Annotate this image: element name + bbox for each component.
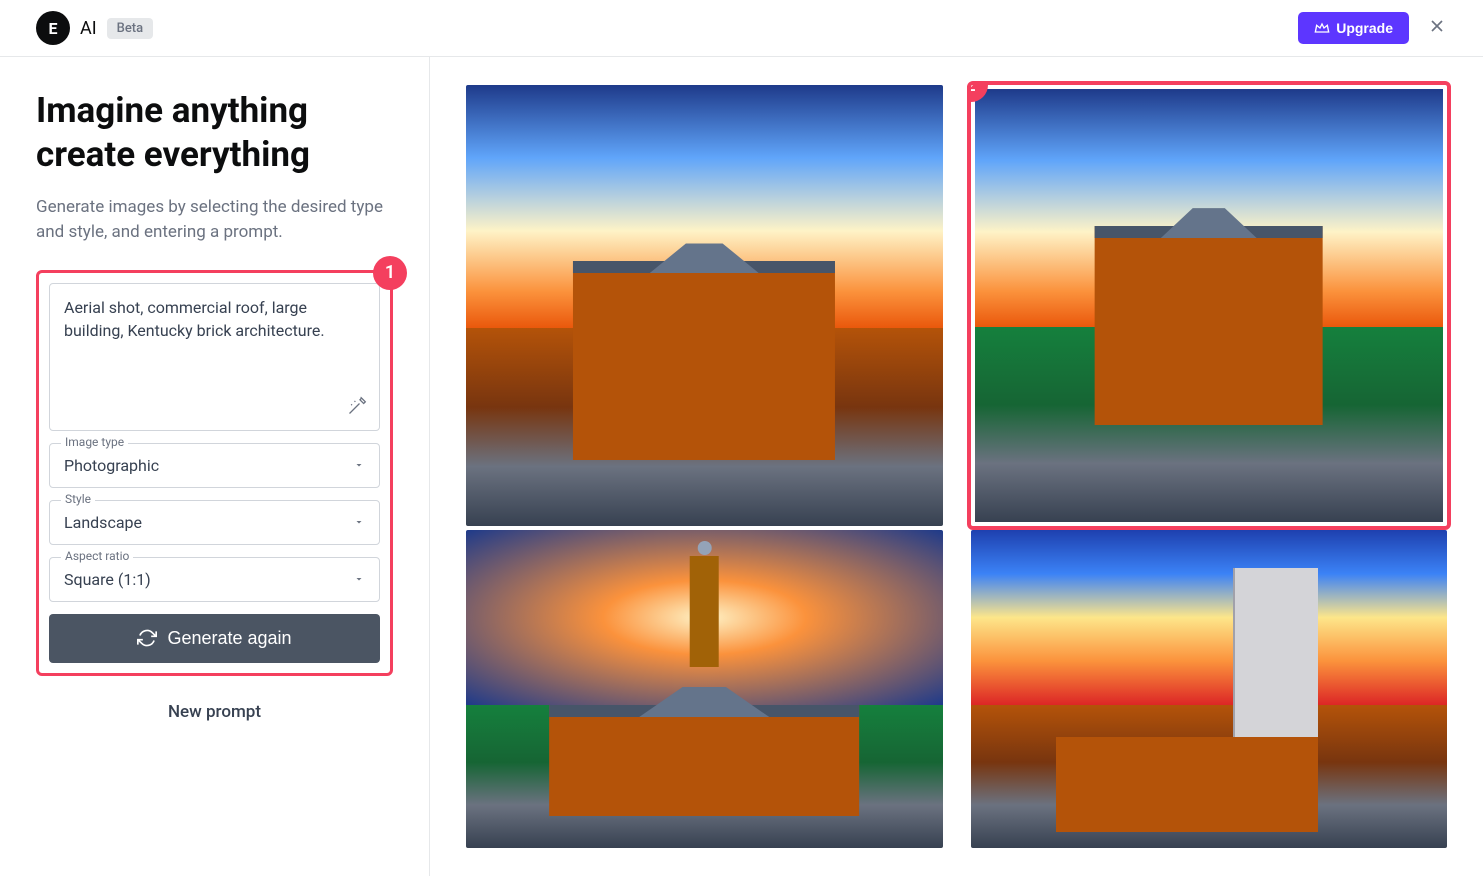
annotation-badge-1: 1	[373, 256, 407, 290]
app-logo: E	[36, 11, 70, 45]
aspect-ratio-field: Aspect ratio Square (1:1)	[49, 557, 380, 602]
generated-image-1[interactable]	[466, 85, 943, 526]
image-placeholder	[975, 89, 1444, 522]
style-label: Style	[61, 492, 95, 506]
main-content: Imagine anything create everything Gener…	[0, 57, 1483, 876]
image-placeholder	[971, 530, 1448, 848]
title-line-2: create everything	[36, 134, 310, 175]
aspect-ratio-value: Square (1:1)	[64, 570, 151, 589]
upgrade-label: Upgrade	[1336, 20, 1393, 36]
image-type-select[interactable]: Photographic	[49, 443, 380, 488]
image-type-value: Photographic	[64, 456, 159, 475]
wand-icon	[347, 396, 367, 416]
app-header: E AI Beta Upgrade	[0, 0, 1483, 57]
image-gallery: 2	[430, 57, 1483, 876]
image-placeholder	[466, 530, 943, 848]
title-line-1: Imagine anything	[36, 90, 308, 131]
close-icon	[1427, 16, 1447, 36]
chevron-down-icon	[353, 456, 365, 475]
aspect-ratio-select[interactable]: Square (1:1)	[49, 557, 380, 602]
enhance-prompt-button[interactable]	[347, 396, 367, 420]
image-type-field: Image type Photographic	[49, 443, 380, 488]
refresh-icon	[137, 628, 157, 648]
style-value: Landscape	[64, 513, 142, 532]
beta-badge: Beta	[107, 18, 154, 39]
prompt-text: Aerial shot, commercial roof, large buil…	[64, 296, 365, 342]
generate-label: Generate again	[167, 628, 291, 649]
header-right: Upgrade	[1298, 12, 1447, 44]
image-type-label: Image type	[61, 435, 128, 449]
image-placeholder	[466, 85, 943, 526]
header-left: E AI Beta	[36, 11, 153, 45]
upgrade-button[interactable]: Upgrade	[1298, 12, 1409, 44]
aspect-ratio-label: Aspect ratio	[61, 549, 133, 563]
style-field: Style Landscape	[49, 500, 380, 545]
generated-image-2[interactable]: 2	[971, 85, 1448, 526]
sidebar: Imagine anything create everything Gener…	[0, 57, 430, 876]
new-prompt-button[interactable]: New prompt	[36, 694, 393, 730]
close-button[interactable]	[1427, 16, 1447, 40]
crown-icon	[1314, 20, 1330, 36]
prompt-form: 1 Aerial shot, commercial roof, large bu…	[36, 270, 393, 676]
generated-image-4[interactable]	[971, 530, 1448, 848]
chevron-down-icon	[353, 513, 365, 532]
page-subtitle: Generate images by selecting the desired…	[36, 195, 393, 246]
page-title: Imagine anything create everything	[36, 89, 393, 177]
style-select[interactable]: Landscape	[49, 500, 380, 545]
prompt-input-container[interactable]: Aerial shot, commercial roof, large buil…	[49, 283, 380, 431]
generate-again-button[interactable]: Generate again	[49, 614, 380, 663]
chevron-down-icon	[353, 570, 365, 589]
ai-label: AI	[80, 18, 97, 39]
generated-image-3[interactable]	[466, 530, 943, 848]
